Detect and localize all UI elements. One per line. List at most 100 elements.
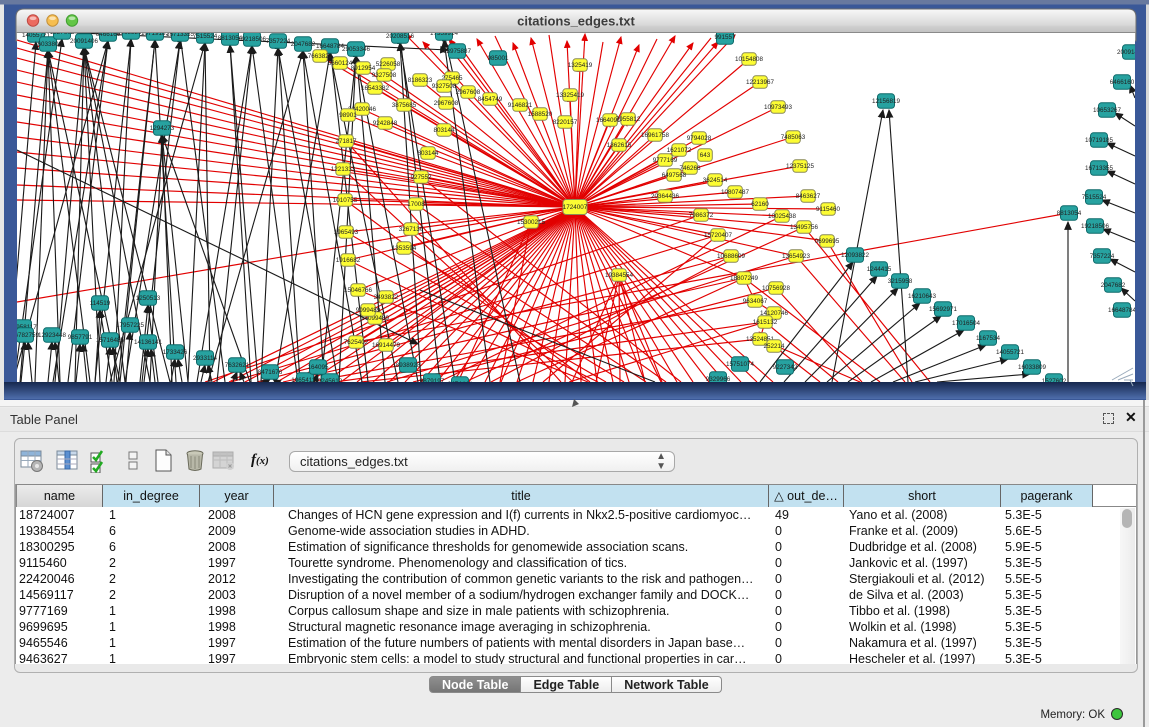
- svg-text:0699695: 0699695: [815, 238, 840, 245]
- svg-text:9634067: 9634067: [743, 298, 768, 305]
- svg-text:13975887: 13975887: [443, 48, 472, 55]
- svg-text:7986372: 7986372: [689, 212, 714, 219]
- svg-text:114519: 114519: [90, 300, 111, 307]
- svg-text:1621072: 1621072: [667, 147, 692, 154]
- svg-text:1167534: 1167534: [976, 335, 1001, 342]
- svg-text:citations_edges.txt: citations_edges.txt: [517, 14, 635, 29]
- svg-text:9146821: 9146821: [508, 102, 533, 109]
- svg-text:927552: 927552: [410, 174, 432, 181]
- svg-text:6497568: 6497568: [662, 172, 687, 179]
- svg-text:13325419: 13325419: [556, 92, 585, 99]
- svg-text:16210643: 16210643: [908, 293, 937, 300]
- svg-text:8186323: 8186323: [408, 77, 433, 84]
- svg-text:1250513: 1250513: [136, 295, 161, 302]
- svg-text:1588520: 1588520: [528, 111, 553, 118]
- svg-text:20091406: 20091406: [70, 38, 99, 45]
- svg-text:7357224: 7357224: [266, 38, 291, 45]
- svg-text:10807487: 10807487: [721, 189, 750, 196]
- svg-text:9857791: 9857791: [68, 334, 93, 341]
- svg-text:16914479: 16914479: [372, 342, 401, 349]
- svg-text:1724007: 1724007: [563, 204, 588, 211]
- svg-text:10688609: 10688609: [717, 253, 746, 260]
- svg-text:16033809: 16033809: [34, 41, 63, 48]
- svg-text:15692971: 15692971: [929, 306, 958, 313]
- svg-text:803144: 803144: [433, 127, 455, 134]
- svg-text:1362615: 1362615: [607, 142, 632, 149]
- svg-text:15046766: 15046766: [344, 287, 373, 294]
- svg-text:18807249: 18807249: [730, 275, 759, 282]
- svg-text:5226058: 5226058: [376, 61, 401, 68]
- svg-text:1353594: 1353594: [392, 245, 417, 252]
- svg-text:7955812: 7955812: [616, 116, 641, 123]
- svg-text:20364436: 20364436: [651, 193, 680, 200]
- svg-text:2967608: 2967608: [456, 89, 481, 96]
- svg-text:6466160: 6466160: [1110, 79, 1135, 86]
- svg-text:15300215: 15300215: [517, 219, 546, 226]
- svg-text:20208516: 20208516: [386, 33, 415, 40]
- svg-text:62160: 62160: [751, 201, 769, 208]
- svg-text:7515524: 7515524: [193, 33, 218, 40]
- svg-text:12923448: 12923448: [38, 332, 67, 339]
- svg-text:9794028: 9794028: [687, 135, 712, 142]
- svg-text:2967608: 2967608: [434, 100, 459, 107]
- svg-text:643: 643: [700, 152, 711, 159]
- svg-text:9099489: 9099489: [356, 307, 381, 314]
- svg-text:7625402: 7625402: [344, 339, 369, 346]
- svg-text:8912954: 8912954: [351, 65, 376, 72]
- svg-text:164095: 164095: [307, 364, 329, 371]
- svg-text:746266: 746266: [679, 165, 701, 172]
- svg-text:2047682: 2047682: [1101, 282, 1126, 289]
- svg-text:9777169: 9777169: [653, 157, 678, 164]
- svg-text:98901: 98901: [339, 112, 357, 119]
- svg-text:8660124: 8660124: [328, 60, 353, 67]
- svg-text:14136141: 14136141: [134, 339, 163, 346]
- svg-text:8813054: 8813054: [1057, 210, 1082, 217]
- svg-text:1965493: 1965493: [334, 229, 359, 236]
- svg-text:1221333: 1221333: [331, 166, 356, 173]
- svg-text:8463627: 8463627: [796, 193, 821, 200]
- svg-text:13654923: 13654923: [782, 253, 811, 260]
- svg-text:3215958: 3215958: [888, 278, 913, 285]
- svg-text:1615132: 1615132: [753, 319, 778, 326]
- svg-text:252214: 252214: [763, 343, 785, 350]
- svg-text:10719185: 10719185: [1085, 137, 1114, 144]
- svg-text:16648784: 16648784: [1108, 307, 1137, 314]
- svg-text:7515524: 7515524: [1082, 194, 1107, 201]
- svg-text:3624514: 3624514: [703, 177, 728, 184]
- svg-text:9327508: 9327508: [432, 83, 457, 90]
- svg-text:16648784: 16648784: [316, 43, 345, 50]
- svg-text:14055721: 14055721: [996, 349, 1025, 356]
- svg-text:8454749: 8454749: [478, 96, 503, 103]
- svg-text:8471676: 8471676: [258, 369, 283, 376]
- svg-text:19218506: 19218506: [238, 36, 267, 43]
- svg-text:991557: 991557: [714, 34, 736, 41]
- svg-text:9227342: 9227342: [773, 364, 798, 371]
- svg-text:9327508: 9327508: [372, 72, 397, 79]
- svg-text:271817: 271817: [335, 138, 357, 145]
- svg-text:10653267: 10653267: [1093, 107, 1122, 114]
- svg-text:1244415: 1244415: [867, 266, 892, 273]
- svg-text:16033809: 16033809: [1018, 364, 1047, 371]
- svg-text:9115460: 9115460: [816, 206, 841, 213]
- svg-text:10154808: 10154808: [735, 56, 764, 63]
- svg-text:16961758: 16961758: [641, 132, 670, 139]
- svg-text:15720407: 15720407: [704, 232, 733, 239]
- svg-text:15751074: 15751074: [726, 361, 755, 368]
- svg-text:7632621: 7632621: [225, 362, 250, 369]
- svg-text:29053346: 29053346: [342, 46, 371, 53]
- svg-text:985001: 985001: [487, 55, 509, 62]
- svg-text:13495756: 13495756: [790, 224, 819, 231]
- svg-text:12156819: 12156819: [872, 98, 901, 105]
- svg-text:16543382: 16543382: [361, 85, 390, 92]
- svg-text:7357224: 7357224: [1090, 253, 1115, 260]
- svg-text:3267130: 3267130: [399, 226, 424, 233]
- svg-text:1010755: 1010755: [333, 197, 358, 204]
- svg-text:7663822: 7663822: [308, 53, 333, 60]
- svg-text:12375125: 12375125: [786, 163, 815, 170]
- svg-text:17008: 17008: [407, 201, 425, 208]
- svg-text:3875685: 3875685: [392, 102, 417, 109]
- svg-text:3493822: 3493822: [374, 294, 399, 301]
- svg-text:12213967: 12213967: [746, 79, 775, 86]
- svg-text:8938928: 8938928: [396, 362, 421, 369]
- svg-text:1733426: 1733426: [163, 349, 188, 356]
